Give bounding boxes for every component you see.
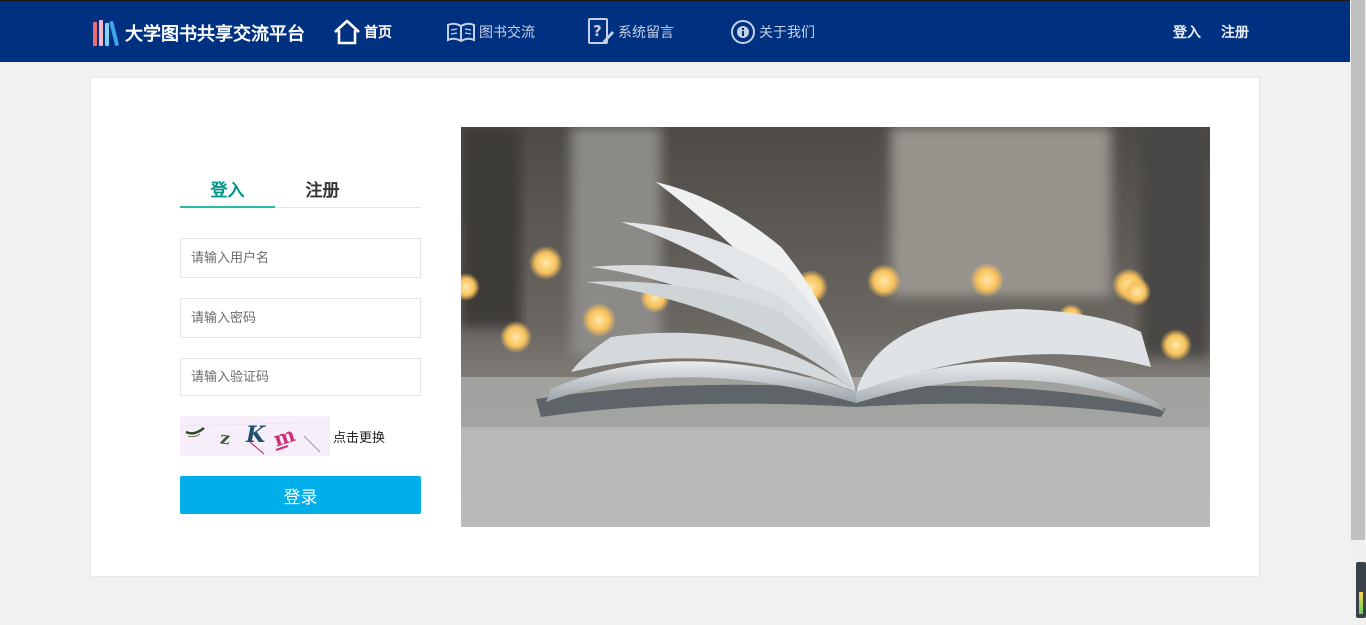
message-icon: ? [588, 18, 614, 44]
nav-about-us-label: 关于我们 [759, 25, 815, 41]
login-tabs: 登入 注册 [180, 170, 421, 208]
volume-level-bar [1359, 592, 1363, 614]
login-button[interactable]: 登录 [180, 476, 421, 514]
nav-system-message[interactable]: ? 系统留言 [587, 17, 674, 47]
brand[interactable]: 大学图书共享交流平台 [92, 17, 305, 49]
page-scrollbar[interactable] [1350, 0, 1366, 625]
volume-widget-icon [1356, 562, 1366, 618]
password-input[interactable] [180, 298, 421, 338]
nav-book-exchange-label: 图书交流 [479, 25, 535, 41]
nav-home[interactable]: 首页 [333, 17, 392, 47]
books-logo-icon [93, 20, 119, 46]
header-register-link[interactable]: 注册 [1221, 22, 1249, 42]
top-navbar: 大学图书共享交流平台 首页 图书交流 ? 系统留言 关于我们 登入 注册 [0, 0, 1350, 62]
svg-text:z: z [219, 428, 232, 449]
username-input[interactable] [180, 238, 421, 278]
brand-title: 大学图书共享交流平台 [125, 24, 305, 45]
nav-home-label: 首页 [364, 25, 392, 41]
captcha-input[interactable] [180, 358, 421, 396]
scrollbar-thumb[interactable] [1351, 0, 1365, 540]
home-icon [334, 19, 360, 45]
captcha-graphic: z K m [181, 421, 329, 455]
open-book-photo [461, 127, 1210, 527]
tab-login[interactable]: 登入 [180, 176, 275, 208]
svg-text:?: ? [593, 22, 602, 40]
info-icon [731, 20, 755, 44]
svg-text:K: K [245, 422, 266, 448]
book-icon [447, 22, 475, 43]
captcha-refresh-link[interactable]: 点击更换 [333, 427, 385, 446]
nav-about-us[interactable]: 关于我们 [730, 17, 815, 47]
tab-register[interactable]: 注册 [275, 176, 370, 208]
nav-system-message-label: 系统留言 [618, 25, 674, 41]
captcha-image[interactable]: z K m [180, 416, 330, 456]
nav-book-exchange[interactable]: 图书交流 [446, 17, 535, 47]
hero-open-book-image [461, 127, 1210, 527]
header-login-link[interactable]: 登入 [1173, 22, 1201, 42]
